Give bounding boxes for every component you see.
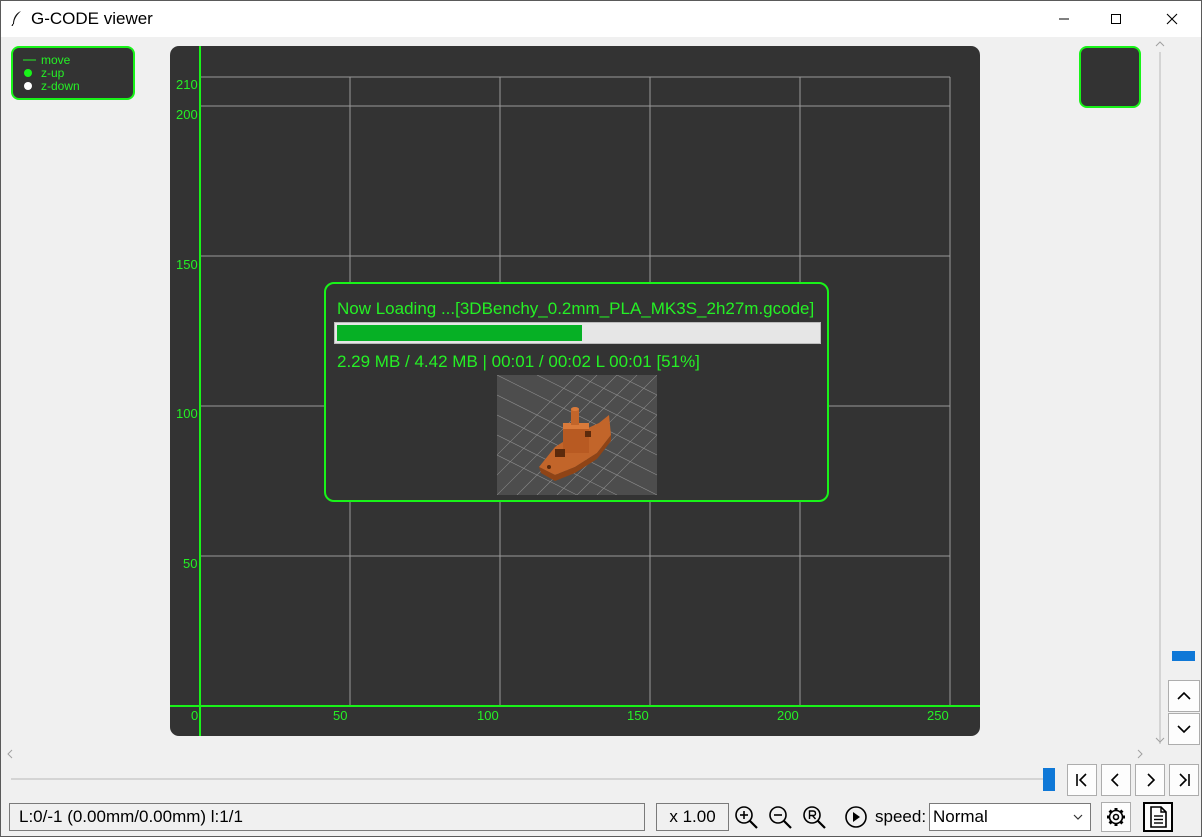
scroll-up-arrow-icon[interactable] — [1150, 38, 1170, 50]
legend-item-z-up: z-up — [23, 66, 64, 80]
step-slider-thumb[interactable] — [1043, 768, 1055, 791]
zoom-reset-icon — [803, 806, 826, 829]
speed-select[interactable]: Normal — [929, 803, 1091, 831]
zoom-in-button[interactable] — [731, 802, 761, 832]
previous-step-button[interactable] — [1101, 764, 1131, 796]
loading-dialog: Now Loading ...[3DBenchy_0.2mm_PLA_MK3S_… — [324, 282, 829, 502]
horizontal-scrollbar[interactable] — [1, 747, 1151, 761]
loading-progress-bar — [334, 322, 821, 344]
white-dot-icon — [23, 81, 37, 91]
zoom-in-icon — [735, 806, 758, 829]
step-slider-track[interactable] — [11, 778, 1047, 780]
x-tick-label: 100 — [477, 708, 499, 723]
x-tick-label: 0 — [191, 708, 199, 723]
x-tick-label: 200 — [777, 708, 799, 723]
green-dot-icon — [23, 68, 37, 78]
progress-fill — [337, 325, 582, 341]
y-tick-label: 200 — [176, 107, 198, 122]
y-tick-label: 210 — [176, 77, 198, 92]
chevron-down-icon — [1177, 725, 1191, 734]
legend-item-z-down: z-down — [23, 79, 80, 93]
chevron-left-icon — [1110, 773, 1119, 787]
last-step-button[interactable] — [1169, 764, 1199, 796]
speed-value: Normal — [933, 807, 988, 826]
layer-up-button[interactable] — [1168, 680, 1200, 712]
loading-title: Now Loading ...[3DBenchy_0.2mm_PLA_MK3S_… — [337, 299, 815, 318]
legend-label: z-down — [41, 79, 80, 93]
zoom-reset-button[interactable] — [799, 802, 829, 832]
speed-label: speed: — [875, 807, 927, 826]
x-tick-label: 50 — [333, 708, 348, 723]
y-tick-label: 100 — [176, 406, 198, 421]
first-step-button[interactable] — [1067, 764, 1097, 796]
layer-slider[interactable] — [1150, 38, 1170, 746]
scroll-down-arrow-icon[interactable] — [1150, 734, 1170, 746]
close-icon — [1166, 13, 1178, 25]
app-window: G-CODE viewer move z-up z-down 0 50 100 … — [0, 0, 1202, 837]
skip-to-end-icon — [1179, 773, 1190, 787]
legend-item-move: move — [23, 53, 70, 67]
feather-icon — [11, 11, 21, 26]
position-readout: L:0/-1 (0.00mm/0.00mm) l:1/1 — [9, 803, 645, 831]
maximize-icon — [1111, 14, 1121, 24]
scroll-right-arrow-icon[interactable] — [1134, 747, 1146, 761]
zoom-out-icon — [769, 806, 792, 829]
document-icon — [1150, 806, 1167, 828]
layer-slider-track — [1159, 52, 1161, 744]
chevron-right-icon — [1147, 773, 1156, 787]
legend-label: move — [41, 53, 71, 67]
close-button[interactable] — [1149, 1, 1195, 37]
maximize-button[interactable] — [1093, 1, 1139, 37]
minimap-box[interactable] — [1079, 46, 1141, 108]
scroll-left-arrow-icon[interactable] — [4, 747, 16, 761]
play-icon — [845, 806, 867, 828]
layer-slider-thumb[interactable] — [1172, 651, 1195, 661]
zoom-out-button[interactable] — [765, 802, 795, 832]
zoom-level: x 1.00 — [656, 803, 729, 831]
loading-stats: 2.29 MB / 4.42 MB | 00:01 / 00:02 L 00:0… — [337, 352, 700, 371]
title-bar: G-CODE viewer — [1, 1, 1201, 37]
legend: move z-up z-down — [11, 46, 135, 100]
minimize-icon — [1059, 18, 1069, 20]
document-button[interactable] — [1143, 802, 1173, 832]
window-title: G-CODE viewer — [31, 9, 153, 28]
x-tick-label: 250 — [927, 708, 949, 723]
chevron-down-icon — [1073, 814, 1083, 820]
move-line-icon — [23, 58, 37, 62]
play-button[interactable] — [841, 802, 871, 832]
settings-button[interactable] — [1101, 802, 1131, 832]
benchy-thumbnail-image — [497, 375, 657, 495]
y-tick-label: 150 — [176, 257, 198, 272]
gear-icon — [1107, 808, 1125, 826]
next-step-button[interactable] — [1135, 764, 1165, 796]
x-tick-label: 150 — [627, 708, 649, 723]
skip-to-start-icon — [1076, 773, 1087, 787]
minimize-button[interactable] — [1041, 1, 1087, 37]
legend-label: z-up — [41, 66, 65, 80]
y-tick-label: 50 — [183, 556, 198, 571]
chevron-up-icon — [1177, 691, 1191, 700]
layer-down-button[interactable] — [1168, 713, 1200, 745]
